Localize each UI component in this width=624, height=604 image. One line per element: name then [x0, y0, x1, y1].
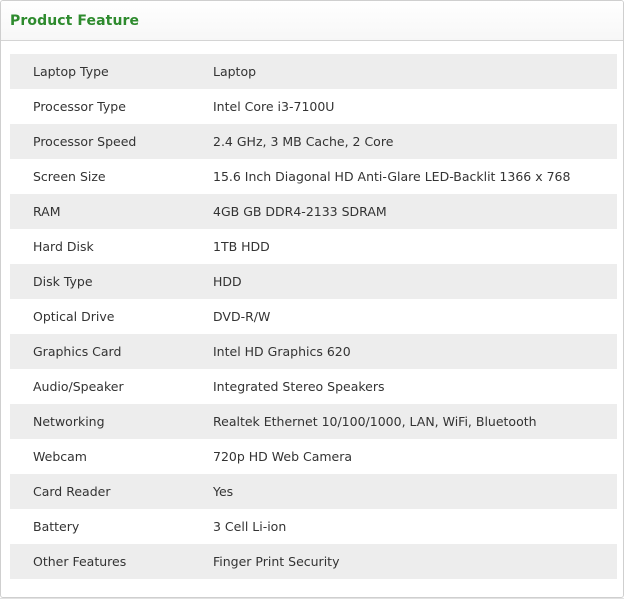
- spec-value: 3 Cell Li-ion: [213, 519, 287, 534]
- bottom-divider: [0, 598, 624, 599]
- spec-value: Integrated Stereo Speakers: [213, 379, 385, 394]
- spec-value: 2.4 GHz, 3 MB Cache, 2 Core: [213, 134, 394, 149]
- spec-value: Finger Print Security: [213, 554, 340, 569]
- panel-title: Product Feature: [10, 12, 140, 29]
- spec-value: 720p HD Web Camera: [213, 449, 353, 464]
- spec-row-networking: Networking Realtek Ethernet 10/100/1000,…: [10, 404, 617, 439]
- spec-value: Yes: [213, 484, 234, 499]
- spec-row-graphics-card: Graphics Card Intel HD Graphics 620: [10, 334, 617, 369]
- spec-label: Processor Speed: [33, 134, 137, 149]
- spec-row-processor-type: Processor Type Intel Core i3-7100U: [10, 89, 617, 124]
- spec-value: HDD: [213, 274, 242, 289]
- spec-value: 1TB HDD: [213, 239, 270, 254]
- spec-label: Webcam: [33, 449, 87, 464]
- spec-label: Screen Size: [33, 169, 106, 184]
- spec-row-disk-type: Disk Type HDD: [10, 264, 617, 299]
- spec-label: Card Reader: [33, 484, 111, 499]
- spec-label: Optical Drive: [33, 309, 115, 324]
- spec-row-audio-speaker: Audio/Speaker Integrated Stereo Speakers: [10, 369, 617, 404]
- spec-value: Realtek Ethernet 10/100/1000, LAN, WiFi,…: [213, 414, 537, 429]
- spec-label: Disk Type: [33, 274, 93, 289]
- spec-row-battery: Battery 3 Cell Li-ion: [10, 509, 617, 544]
- spec-label: Laptop Type: [33, 64, 109, 79]
- spec-row-screen-size: Screen Size 15.6 Inch Diagonal HD Anti-G…: [10, 159, 617, 194]
- spec-value: 15.6 Inch Diagonal HD Anti-Glare LED-Bac…: [213, 169, 571, 184]
- spec-value: Laptop: [213, 64, 257, 79]
- spec-value: 4GB GB DDR4-2133 SDRAM: [213, 204, 387, 219]
- spec-label: Battery: [33, 519, 80, 534]
- spec-label: Other Features: [33, 554, 127, 569]
- spec-row-hard-disk: Hard Disk 1TB HDD: [10, 229, 617, 264]
- spec-row-other-features: Other Features Finger Print Security: [10, 544, 617, 579]
- spec-row-card-reader: Card Reader Yes: [10, 474, 617, 509]
- panel-header: Product Feature: [1, 1, 623, 41]
- product-feature-panel: Product Feature Laptop Type Laptop Proce…: [0, 0, 624, 598]
- spec-label: Networking: [33, 414, 105, 429]
- spec-table: Laptop Type Laptop Processor Type Intel …: [10, 54, 617, 579]
- spec-label: Processor Type: [33, 99, 126, 114]
- spec-label: Graphics Card: [33, 344, 122, 359]
- spec-label: Audio/Speaker: [33, 379, 124, 394]
- spec-label: Hard Disk: [33, 239, 94, 254]
- spec-row-optical-drive: Optical Drive DVD-R/W: [10, 299, 617, 334]
- spec-row-laptop-type: Laptop Type Laptop: [10, 54, 617, 89]
- spec-value: DVD-R/W: [213, 309, 271, 324]
- spec-label: RAM: [33, 204, 61, 219]
- spec-value: Intel HD Graphics 620: [213, 344, 351, 359]
- spec-row-ram: RAM 4GB GB DDR4-2133 SDRAM: [10, 194, 617, 229]
- spec-row-processor-speed: Processor Speed 2.4 GHz, 3 MB Cache, 2 C…: [10, 124, 617, 159]
- spec-row-webcam: Webcam 720p HD Web Camera: [10, 439, 617, 474]
- spec-value: Intel Core i3-7100U: [213, 99, 335, 114]
